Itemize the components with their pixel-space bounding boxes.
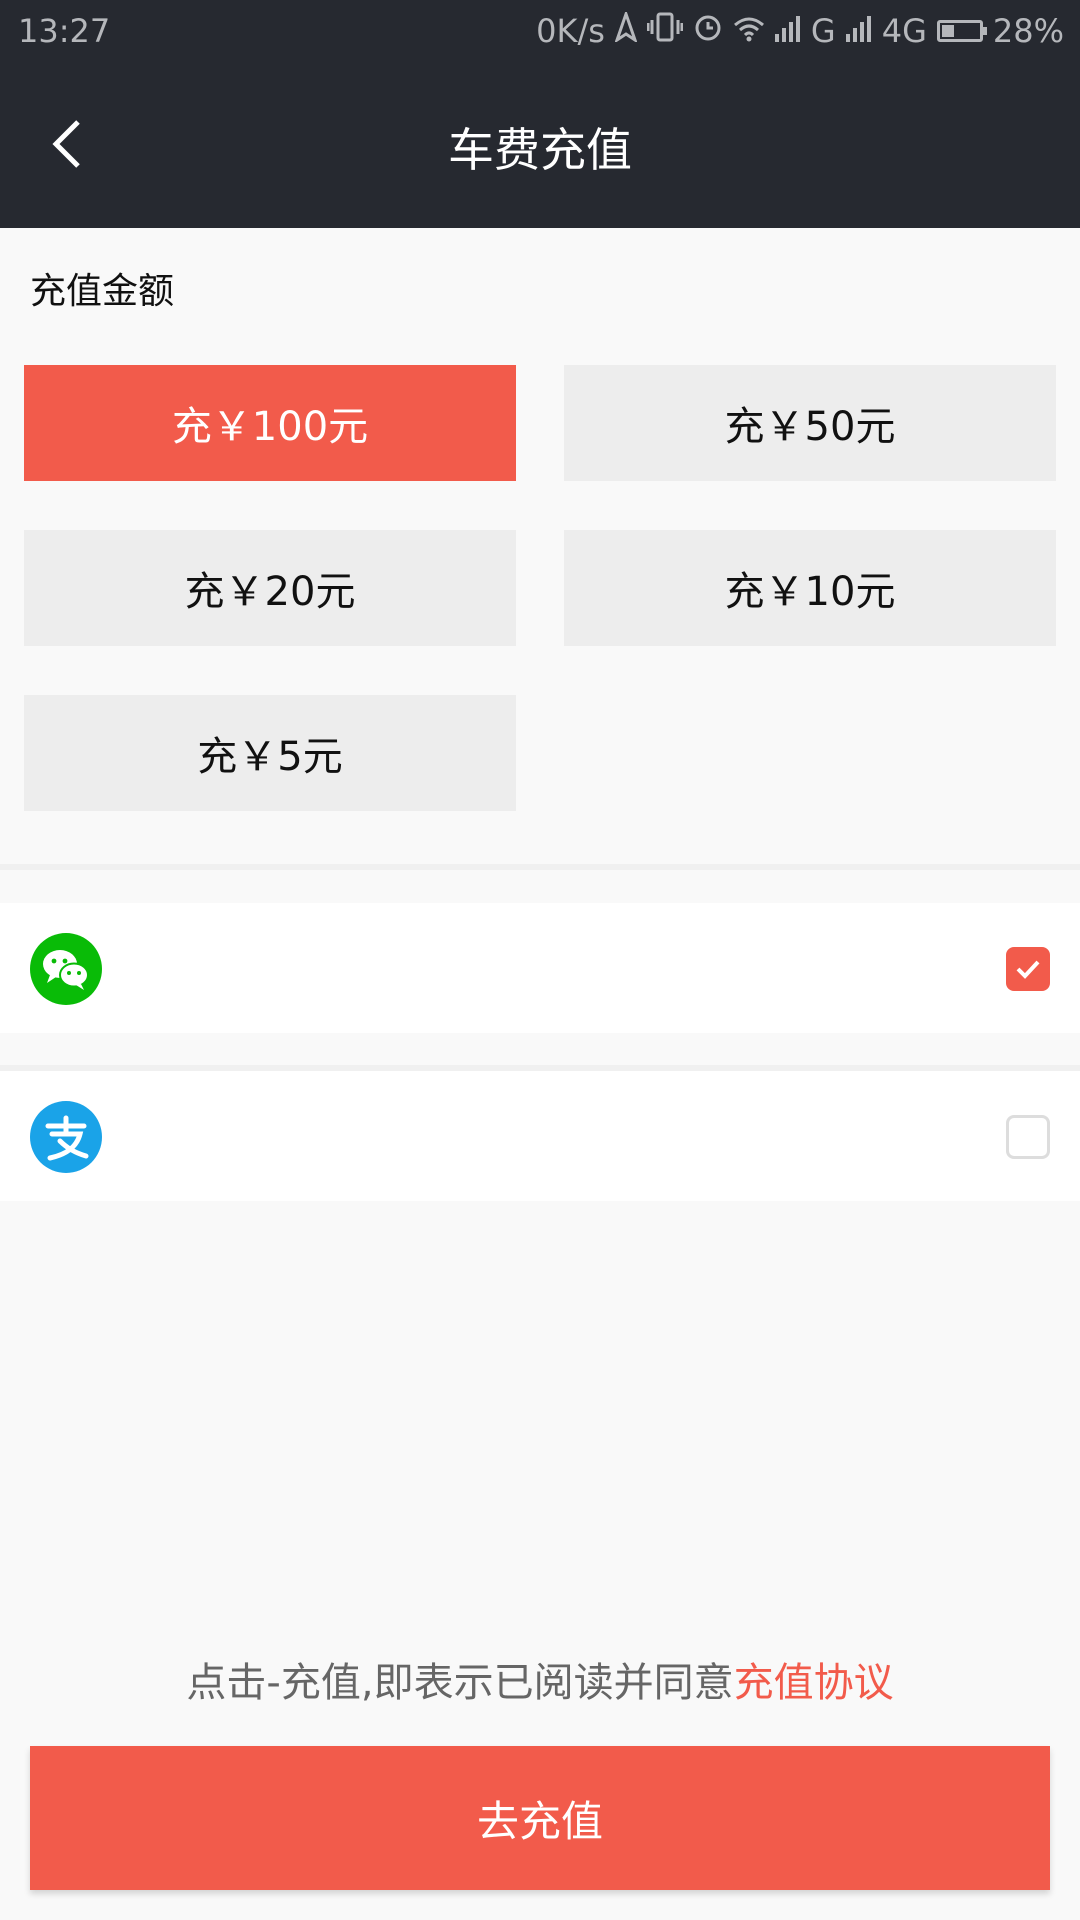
net-speed: 0K/s <box>536 12 605 50</box>
network-g-label: G <box>810 12 836 50</box>
alipay-icon <box>30 1101 102 1173</box>
vibrate-icon <box>646 12 684 50</box>
signal-icon <box>774 12 801 50</box>
recharge-button[interactable]: 去充值 <box>30 1746 1050 1890</box>
agreement-text: 点击-充值,即表示已阅读并同意充值协议 <box>0 1650 1080 1708</box>
amount-option-5[interactable]: 充￥5元 <box>24 695 516 811</box>
agreement-prefix: 点击-充值,即表示已阅读并同意 <box>186 1660 734 1706</box>
checkmark-icon <box>1016 960 1040 979</box>
battery-icon <box>936 20 987 42</box>
signal-icon-2 <box>845 12 872 50</box>
wifi-icon <box>733 12 765 50</box>
status-indicators: 0K/s G 4G 28% <box>536 9 1064 50</box>
location-icon <box>614 9 638 50</box>
page-title: 车费充值 <box>448 123 632 177</box>
alarm-icon <box>693 12 723 50</box>
wechat-checkbox[interactable] <box>1006 947 1050 991</box>
network-4g-label: 4G <box>881 12 927 50</box>
status-time: 13:27 <box>18 12 111 50</box>
alipay-checkbox[interactable] <box>1006 1115 1050 1159</box>
agreement-link[interactable]: 充值协议 <box>734 1660 894 1706</box>
amount-option-50[interactable]: 充￥50元 <box>564 365 1056 481</box>
amount-section-label: 充值金额 <box>30 271 175 312</box>
payment-option-wechat[interactable] <box>0 903 1080 1033</box>
amount-option-20[interactable]: 充￥20元 <box>24 530 516 646</box>
payment-option-alipay[interactable] <box>0 1071 1080 1201</box>
nav-bar: 车费充值 <box>0 62 1080 228</box>
battery-percent: 28% <box>992 12 1064 50</box>
amount-option-100[interactable]: 充￥100元 <box>24 365 516 481</box>
section-divider <box>0 864 1080 870</box>
amount-option-10[interactable]: 充￥10元 <box>564 530 1056 646</box>
wechat-pay-icon <box>30 933 102 1005</box>
status-bar: 13:27 0K/s G 4G 28% <box>0 0 1080 62</box>
